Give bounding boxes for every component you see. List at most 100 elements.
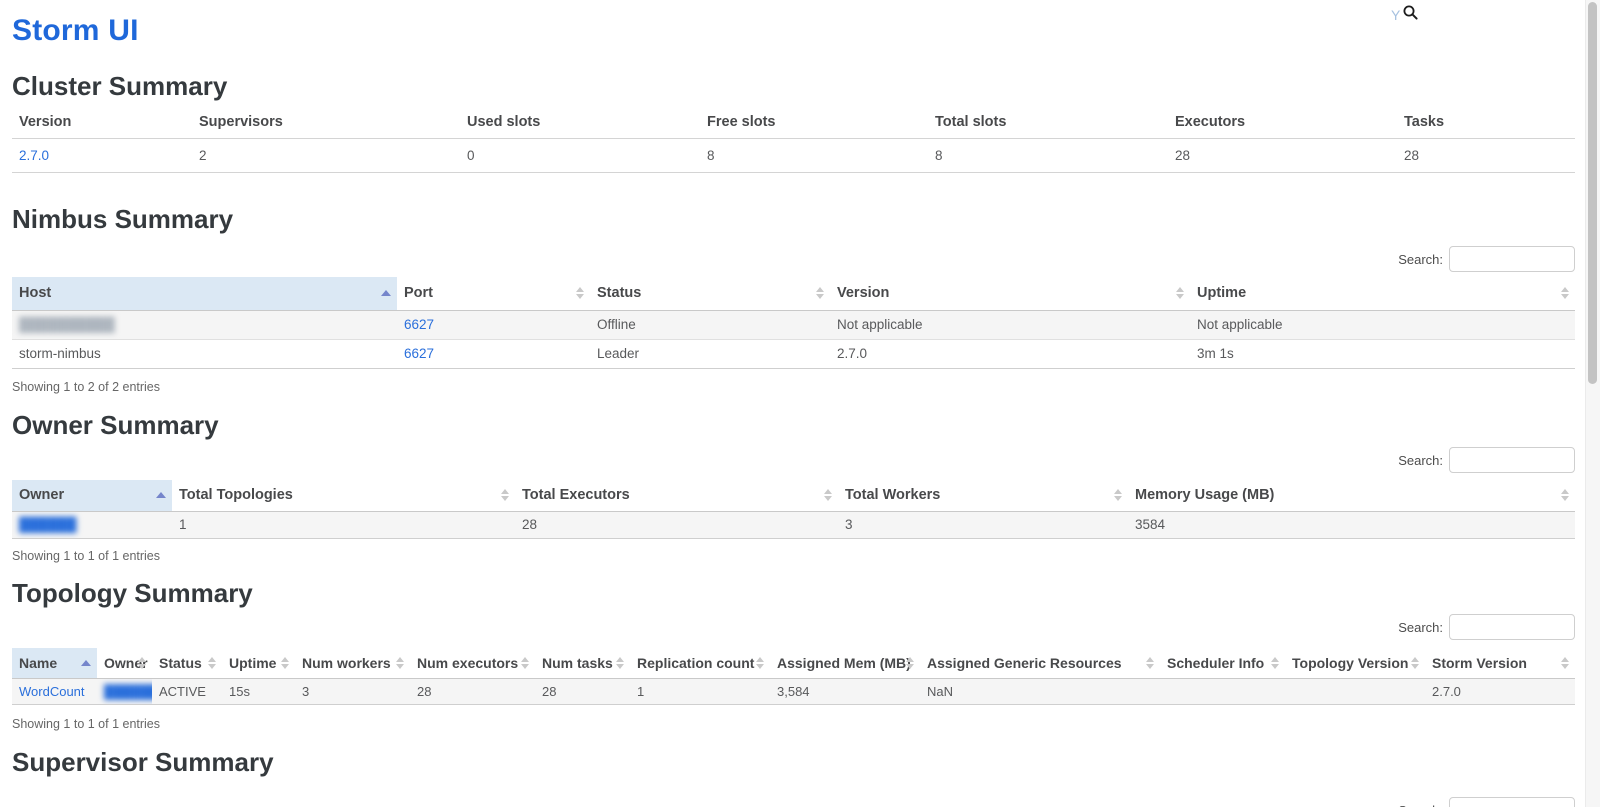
column-header-assigned-mem[interactable]: Assigned Mem (MB) [770,648,920,678]
column-header-version[interactable]: Version [830,277,1190,310]
sort-both-icon [1561,657,1569,669]
nimbus-port-cell: 6627 [397,339,590,368]
column-header-total-topologies[interactable]: Total Topologies [172,480,515,511]
topology-entries-info: Showing 1 to 1 of 1 entries [12,717,160,731]
sort-both-icon [616,657,624,669]
supervisor-summary-heading: Supervisor Summary [12,747,274,778]
sort-both-icon [906,657,914,669]
search-icon[interactable] [1402,4,1419,26]
column-header-num-tasks[interactable]: Num tasks [535,648,630,678]
owner-search-input[interactable] [1449,447,1575,473]
topology-name-cell: WordCount [12,678,97,704]
redacted-owner-link[interactable]: ██████ [104,684,152,699]
table-row: ██████████ 6627 Offline Not applicable N… [12,310,1575,339]
scrollbar-thumb[interactable] [1588,2,1597,384]
column-header-total-slots: Total slots [928,106,1168,138]
nimbus-uptime-cell: Not applicable [1190,310,1575,339]
nimbus-host-cell: storm-nimbus [12,339,397,368]
topology-summary-table: Name Owner Status Uptime Num workers Num… [12,648,1575,705]
supervisor-search: Search: [1398,797,1575,807]
column-header-assigned-generic-resources[interactable]: Assigned Generic Resources [920,648,1160,678]
cluster-free-slots-cell: 8 [700,138,928,172]
cluster-used-slots-cell: 0 [460,138,700,172]
sort-both-icon [396,657,404,669]
column-header-status[interactable]: Status [590,277,830,310]
column-header-supervisors: Supervisors [192,106,460,138]
sort-both-icon [138,657,146,669]
owner-summary-heading: Owner Summary [12,410,219,441]
topology-name-link[interactable]: WordCount [19,684,85,699]
topology-status-cell: ACTIVE [152,678,222,704]
topology-search-input[interactable] [1449,614,1575,640]
cluster-total-slots-cell: 8 [928,138,1168,172]
top-icons: Y [1391,4,1419,26]
column-header-uptime[interactable]: Uptime [222,648,295,678]
column-header-scheduler-info[interactable]: Scheduler Info [1160,648,1285,678]
search-label: Search: [1398,620,1443,635]
sort-both-icon [576,287,584,299]
sort-both-icon [1561,489,1569,501]
owner-search: Search: [1398,447,1575,473]
cluster-header-row: Version Supervisors Used slots Free slot… [12,106,1575,138]
port-link[interactable]: 6627 [404,346,434,361]
column-header-owner[interactable]: Owner [12,480,172,511]
owner-name-cell: ██████ [12,511,172,538]
nimbus-search-input[interactable] [1449,246,1575,272]
cluster-executors-cell: 28 [1168,138,1397,172]
nimbus-status-cell: Offline [590,310,830,339]
search-label: Search: [1398,252,1443,267]
column-header-uptime[interactable]: Uptime [1190,277,1575,310]
sort-both-icon [208,657,216,669]
column-header-replication-count[interactable]: Replication count [630,648,770,678]
column-header-tasks: Tasks [1397,106,1575,138]
column-header-owner[interactable]: Owner [97,648,152,678]
column-header-name[interactable]: Name [12,648,97,678]
redacted-owner-link[interactable]: ██████ [19,517,76,532]
nimbus-version-cell: 2.7.0 [830,339,1190,368]
column-header-num-executors[interactable]: Num executors [410,648,535,678]
app-title[interactable]: Storm UI [12,14,139,48]
column-header-num-workers[interactable]: Num workers [295,648,410,678]
nimbus-host-cell: ██████████ [12,310,397,339]
column-header-storm-version[interactable]: Storm Version [1425,648,1575,678]
column-header-total-workers[interactable]: Total Workers [838,480,1128,511]
topology-summary-heading: Topology Summary [12,578,253,609]
supervisor-search-input[interactable] [1449,797,1575,807]
nimbus-header-row: Host Port Status Version Uptime [12,277,1575,310]
owner-summary-table: Owner Total Topologies Total Executors T… [12,480,1575,539]
table-row: ██████ 1 28 3 3584 [12,511,1575,538]
owner-memory-usage-cell: 3584 [1128,511,1575,538]
sort-both-icon [824,489,832,501]
table-row: storm-nimbus 6627 Leader 2.7.0 3m 1s [12,339,1575,368]
search-label: Search: [1398,803,1443,807]
table-row: 2.7.0 2 0 8 8 28 28 [12,138,1575,172]
topology-num-tasks-cell: 28 [535,678,630,704]
column-header-used-slots: Used slots [460,106,700,138]
nimbus-entries-info: Showing 1 to 2 of 2 entries [12,380,160,394]
cluster-summary-table: Version Supervisors Used slots Free slot… [12,106,1575,173]
topology-num-executors-cell: 28 [410,678,535,704]
topology-uptime-cell: 15s [222,678,295,704]
column-header-version: Version [12,106,192,138]
nimbus-status-cell: Leader [590,339,830,368]
column-header-topology-version[interactable]: Topology Version [1285,648,1425,678]
column-header-port[interactable]: Port [397,277,590,310]
nimbus-summary-heading: Nimbus Summary [12,204,233,235]
cluster-supervisors-cell: 2 [192,138,460,172]
port-link[interactable]: 6627 [404,317,434,332]
column-header-status[interactable]: Status [152,648,222,678]
column-header-host[interactable]: Host [12,277,397,310]
sort-both-icon [1176,287,1184,299]
filter-icon[interactable]: Y [1391,8,1400,22]
cluster-version-cell: 2.7.0 [12,138,192,172]
sort-both-icon [281,657,289,669]
column-header-executors: Executors [1168,106,1397,138]
version-link[interactable]: 2.7.0 [19,148,49,163]
column-header-memory-usage[interactable]: Memory Usage (MB) [1128,480,1575,511]
topology-header-row: Name Owner Status Uptime Num workers Num… [12,648,1575,678]
nimbus-search: Search: [1398,246,1575,272]
sort-both-icon [816,287,824,299]
column-header-total-executors[interactable]: Total Executors [515,480,838,511]
sort-asc-icon [381,290,391,296]
cluster-tasks-cell: 28 [1397,138,1575,172]
